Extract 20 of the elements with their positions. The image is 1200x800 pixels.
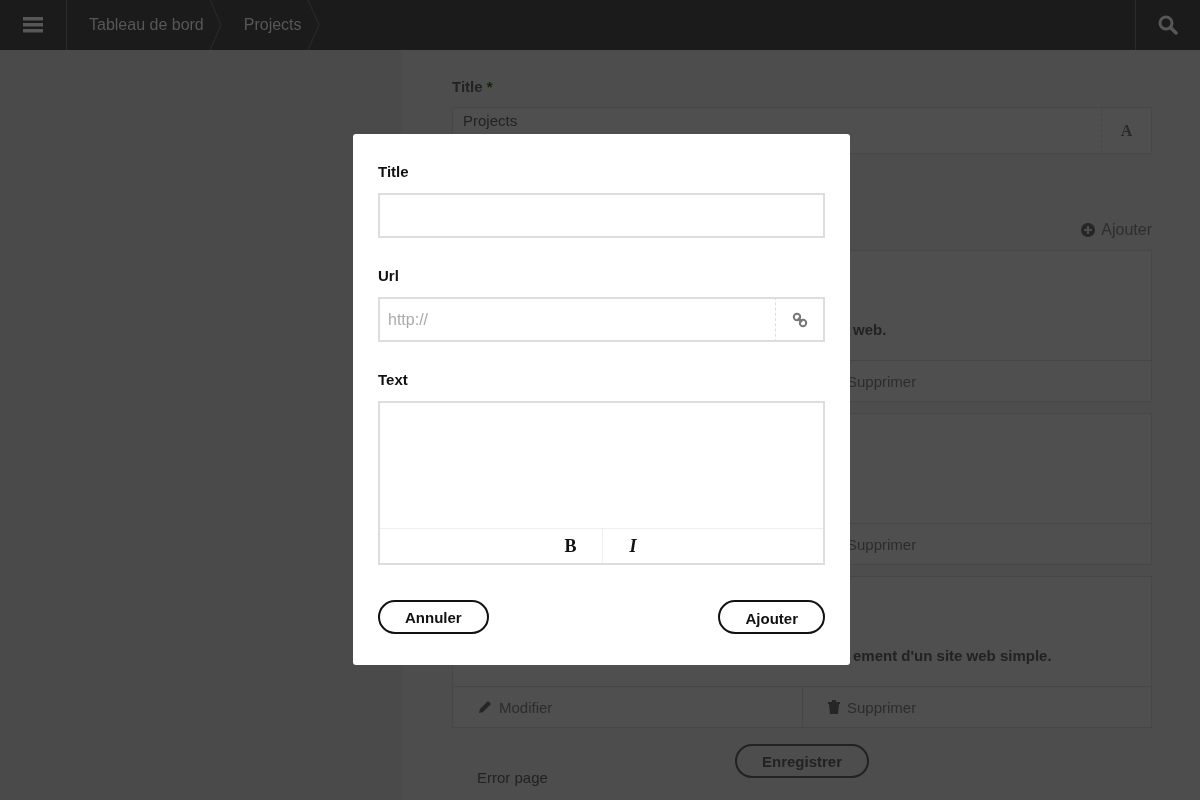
field-label: Text — [378, 372, 409, 388]
breadcrumb-link[interactable]: Tableau de bord — [89, 16, 204, 34]
chevron-icon — [307, 0, 320, 50]
search-icon[interactable] — [1158, 15, 1178, 35]
link-icon[interactable] — [791, 311, 808, 328]
cancel-button[interactable]: Annuler — [378, 600, 489, 634]
menu-icon[interactable] — [23, 17, 43, 33]
italic-button[interactable]: I — [601, 529, 664, 563]
field-label: Url — [378, 268, 400, 284]
breadcrumb-link[interactable]: Projects — [243, 16, 302, 34]
trash-icon — [828, 700, 840, 714]
text-editor[interactable]: B I — [378, 401, 825, 565]
url-input[interactable]: http:// — [378, 297, 775, 342]
pencil-icon — [478, 700, 492, 714]
add-button[interactable]: Ajouter — [718, 600, 825, 634]
bold-button[interactable]: B — [539, 529, 602, 563]
required-mark: * — [486, 78, 493, 95]
field-label: Title — [378, 164, 410, 180]
plus-circle-icon — [1081, 223, 1096, 237]
chevron-icon — [209, 0, 222, 50]
